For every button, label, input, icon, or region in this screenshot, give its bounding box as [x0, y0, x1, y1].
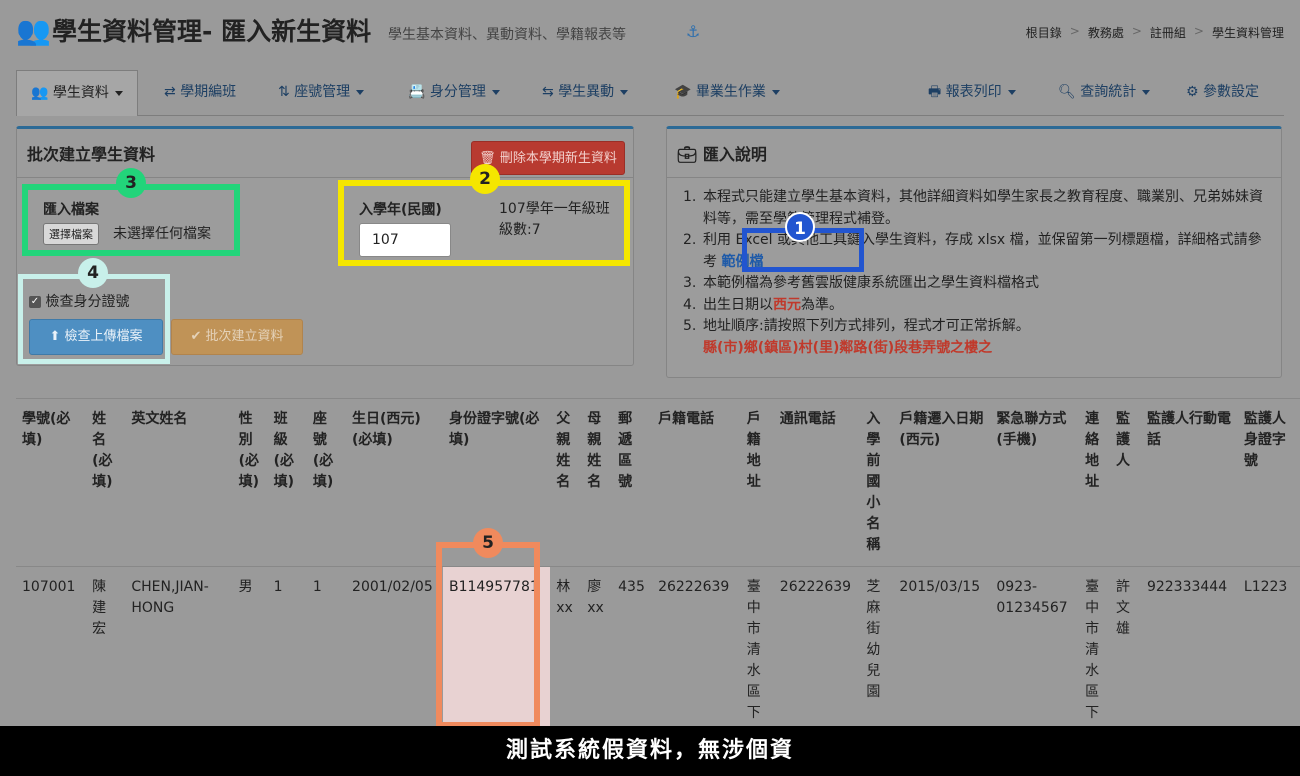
caret-down-icon — [356, 89, 365, 95]
info-item: 5. 地址順序:請按照下列方式排列，程式才可正常拆解。 — [683, 318, 1030, 334]
check-circle-icon: ✔︎ — [190, 329, 202, 344]
col-header: 姓名(必填) — [86, 398, 126, 567]
col-header: 父親姓名 — [550, 398, 582, 567]
col-header: 入學前國小名稱 — [860, 398, 894, 567]
col-header: 緊急聯方式(手機) — [990, 398, 1080, 567]
caret-down-icon — [620, 89, 629, 95]
search-icon: 🔍︎ — [1058, 84, 1076, 100]
address-format: 縣(市)鄉(鎮區)村(里)鄰路(街)段巷弄號之樓之 — [703, 339, 993, 356]
table-cell: 922333444 — [1140, 566, 1238, 734]
student-data-table: 學號(必填) 姓名(必填) 英文姓名 性別(必填) 班級(必填) 座號(必填) … — [16, 398, 1300, 734]
caret-down-icon — [491, 89, 500, 95]
nav-student-change[interactable]: ⇆ 學生異動 — [542, 70, 629, 116]
id-card-icon: 📇 — [408, 84, 426, 100]
nav-seat-manage[interactable]: ⇅ 座號管理 — [278, 70, 365, 116]
ad-text: 西元 — [773, 296, 801, 313]
table-cell: 2015/03/15 — [893, 566, 991, 734]
caret-down-icon — [771, 89, 780, 95]
table-header-row: 學號(必填) 姓名(必填) 英文姓名 性別(必填) 班級(必填) 座號(必填) … — [16, 398, 1300, 567]
table-cell: 2001/02/05 — [346, 566, 443, 734]
disclaimer-caption: 測試系統假資料，無涉個資 — [0, 726, 1300, 776]
sort-icon: ⇅ — [278, 84, 290, 100]
breadcrumb-root[interactable]: 根目錄 — [1026, 24, 1062, 41]
nav-query-stats[interactable]: 🔍︎ 查詢統計 — [1058, 70, 1151, 116]
badge-3: 3 — [116, 168, 146, 198]
col-header: 戶籍地址 — [740, 398, 774, 567]
table-cell: 廖xx — [581, 566, 613, 734]
table-cell: 臺中市清水區下 — [740, 566, 774, 734]
nav-settings[interactable]: ⚙ 參數設定 — [1186, 70, 1259, 116]
shuffle-icon: ⇄ — [164, 84, 176, 100]
col-header: 班級(必填) — [267, 398, 307, 567]
breadcrumb-academic[interactable]: 教務處 — [1088, 24, 1124, 41]
exchange-icon: ⇆ — [542, 84, 554, 100]
page-subtitle: 學生基本資料、異動資料、學籍報表等 — [388, 27, 626, 43]
table-cell: 435 — [612, 566, 653, 734]
col-header: 郵遞區號 — [612, 398, 653, 567]
page-title: 學生資料管理- 匯入新生資料 — [52, 17, 372, 46]
col-header: 戶籍遷入日期(西元) — [893, 398, 991, 567]
table-cell: 1 — [306, 566, 347, 734]
table-cell: 陳建宏 — [86, 566, 126, 734]
col-header: 英文姓名 — [125, 398, 233, 567]
users-icon: 👥 — [31, 85, 49, 101]
caret-down-icon — [114, 90, 123, 96]
breadcrumb-current: 學生資料管理 — [1211, 26, 1284, 40]
table-cell: 0923-01234567 — [990, 566, 1080, 734]
info-panel-title: 💼︎ 匯入說明 — [677, 145, 767, 164]
col-header: 通訊電話 — [773, 398, 861, 567]
batch-create-button[interactable]: ✔︎ 批次建立資料 — [171, 319, 303, 355]
badge-1: 1 — [785, 212, 815, 242]
gear-icon: ⚙ — [1186, 84, 1199, 100]
table-cell: 26222639 — [652, 566, 741, 734]
table-cell: 男 — [232, 566, 268, 734]
main-nav: 👥 學生資料 ⇄ 學期編班 ⇅ 座號管理 📇 身分管理 ⇆ 學生異動 🎓 畢業生… — [16, 70, 1284, 116]
nav-student-data[interactable]: 👥 學生資料 — [16, 70, 138, 116]
col-header: 性別(必填) — [232, 398, 268, 567]
users-icon: 👥 — [16, 14, 51, 47]
table-cell: 26222639 — [773, 566, 861, 734]
anchor-icon[interactable]: ⚓ — [686, 22, 700, 41]
nav-graduate[interactable]: 🎓 畢業生作業 — [674, 70, 780, 116]
batch-panel-title: 批次建立學生資料 — [27, 145, 156, 164]
badge-2: 2 — [470, 164, 500, 194]
breadcrumb: 根目錄 > 教務處 > 註冊組 > 學生資料管理 — [1025, 24, 1284, 41]
table-cell: 107001 — [16, 566, 87, 734]
col-header: 監護人 — [1110, 398, 1141, 567]
nav-identity-manage[interactable]: 📇 身分管理 — [408, 70, 500, 116]
info-item: 3. 本範例檔為參考舊雲版健康系統匯出之學生資料檔格式 — [683, 275, 1039, 291]
table-cell: 林xx — [550, 566, 582, 734]
table-row: 107001 陳建宏 CHEN,JIAN-HONG 男 1 1 2001/02/… — [16, 566, 1300, 734]
info-item: 4. 出生日期以西元為準。 — [683, 296, 843, 313]
col-header: 學號(必填) — [16, 398, 87, 567]
table-cell: 許文雄 — [1110, 566, 1141, 734]
caret-down-icon — [1007, 89, 1016, 95]
briefcase-icon: 💼︎ — [677, 145, 698, 164]
col-header: 戶籍電話 — [652, 398, 741, 567]
col-header: 連絡地址 — [1079, 398, 1111, 567]
col-header: 生日(西元)(必填) — [346, 398, 443, 567]
nav-class-assign[interactable]: ⇄ 學期編班 — [164, 70, 236, 116]
table-cell: 芝麻街幼兒園 — [860, 566, 894, 734]
col-header: 座號(必填) — [306, 398, 347, 567]
col-header: 監護人行動電話 — [1140, 398, 1238, 567]
badge-4: 4 — [78, 258, 108, 288]
table-cell: CHEN,JIAN-HONG — [125, 566, 233, 734]
info-item: 1. 本程式只能建立學生基本資料，其他詳細資料如學生家長之教育程度、職業別、兄弟姊… — [683, 189, 1263, 227]
caret-down-icon — [1142, 89, 1151, 95]
table-cell: L1223 — [1237, 566, 1300, 734]
graduation-cap-icon: 🎓 — [674, 84, 692, 100]
badge-5: 5 — [473, 528, 503, 558]
highlight-box-5 — [436, 542, 540, 728]
table-cell: 臺中市清水區下 — [1079, 566, 1111, 734]
breadcrumb-registry[interactable]: 註冊組 — [1150, 24, 1186, 41]
print-icon: 🖶 — [928, 84, 942, 100]
table-cell: 1 — [267, 566, 307, 734]
col-header: 母親姓名 — [581, 398, 613, 567]
nav-report-print[interactable]: 🖶 報表列印 — [928, 70, 1016, 116]
info-list: 1. 本程式只能建立學生基本資料，其他詳細資料如學生家長之教育程度、職業別、兄弟姊… — [683, 187, 1273, 359]
col-header: 監護人身證字號 — [1237, 398, 1300, 567]
